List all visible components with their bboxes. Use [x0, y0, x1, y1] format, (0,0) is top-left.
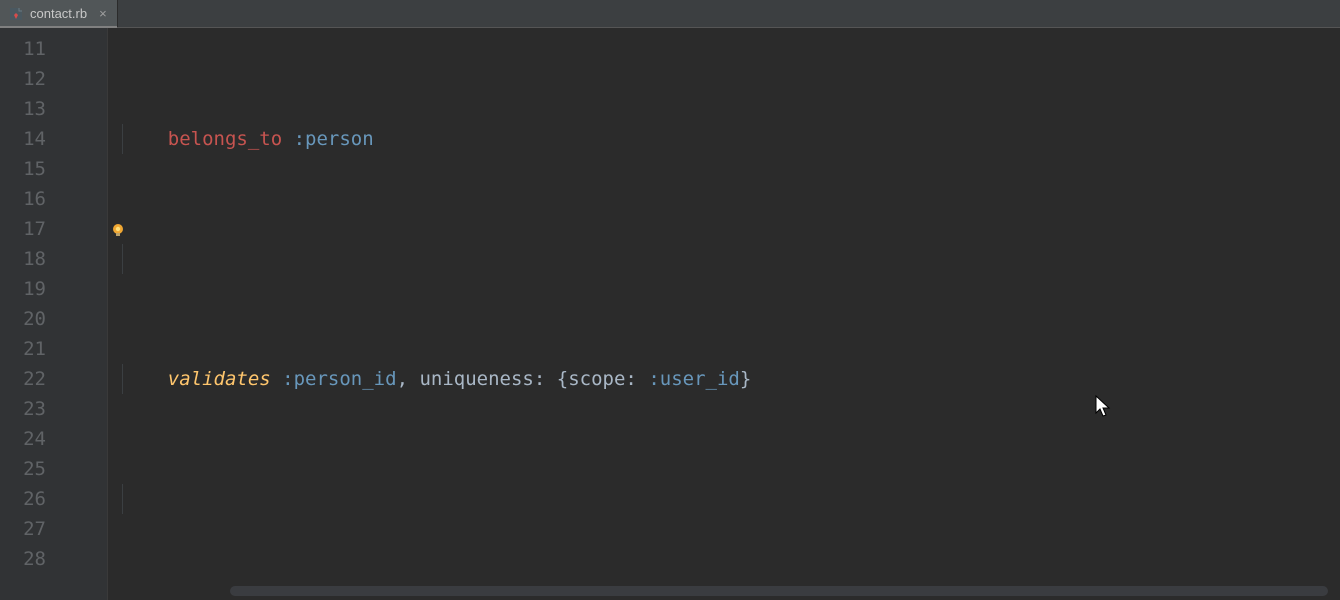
hash-key: uniqueness:: [419, 368, 545, 390]
line-number: 27: [0, 514, 60, 544]
gutter-icon-strip: [60, 28, 108, 600]
symbol: :person_id: [282, 368, 396, 390]
line-number: 23: [0, 394, 60, 424]
method-validates: validates: [168, 368, 271, 390]
tab-bar: contact.rb ×: [0, 0, 1340, 28]
horizontal-scrollbar[interactable]: [230, 586, 1328, 596]
code-editor[interactable]: 111213141516171819202122232425262728 bel…: [0, 28, 1340, 600]
line-number: 12: [0, 64, 60, 94]
line-number: 20: [0, 304, 60, 334]
code-line[interactable]: [108, 484, 1340, 514]
line-number: 14: [0, 124, 60, 154]
hash-key: scope:: [568, 368, 637, 390]
line-number: 17: [0, 214, 60, 244]
close-icon[interactable]: ×: [99, 6, 107, 21]
code-line[interactable]: belongs_to :person: [108, 124, 1340, 154]
line-number: 11: [0, 34, 60, 64]
tab-contact-rb[interactable]: contact.rb ×: [0, 0, 118, 27]
ruby-file-icon: [8, 6, 24, 22]
code-area[interactable]: belongs_to :person validates :person_id,…: [108, 28, 1340, 600]
symbol: :person: [294, 128, 374, 150]
code-line[interactable]: [108, 244, 1340, 274]
line-number: 16: [0, 184, 60, 214]
code-line[interactable]: validates :person_id, uniqueness: {scope…: [108, 364, 1340, 394]
line-number: 13: [0, 94, 60, 124]
line-number-gutter: 111213141516171819202122232425262728: [0, 28, 60, 600]
keyword-belongs-to: belongs_to: [168, 128, 282, 150]
line-number: 25: [0, 454, 60, 484]
line-number: 22: [0, 364, 60, 394]
line-number: 21: [0, 334, 60, 364]
line-number: 24: [0, 424, 60, 454]
tab-filename: contact.rb: [30, 6, 87, 21]
line-number: 28: [0, 544, 60, 574]
line-number: 18: [0, 244, 60, 274]
symbol: :user_id: [648, 368, 740, 390]
line-number: 15: [0, 154, 60, 184]
line-number: 19: [0, 274, 60, 304]
line-number: 26: [0, 484, 60, 514]
